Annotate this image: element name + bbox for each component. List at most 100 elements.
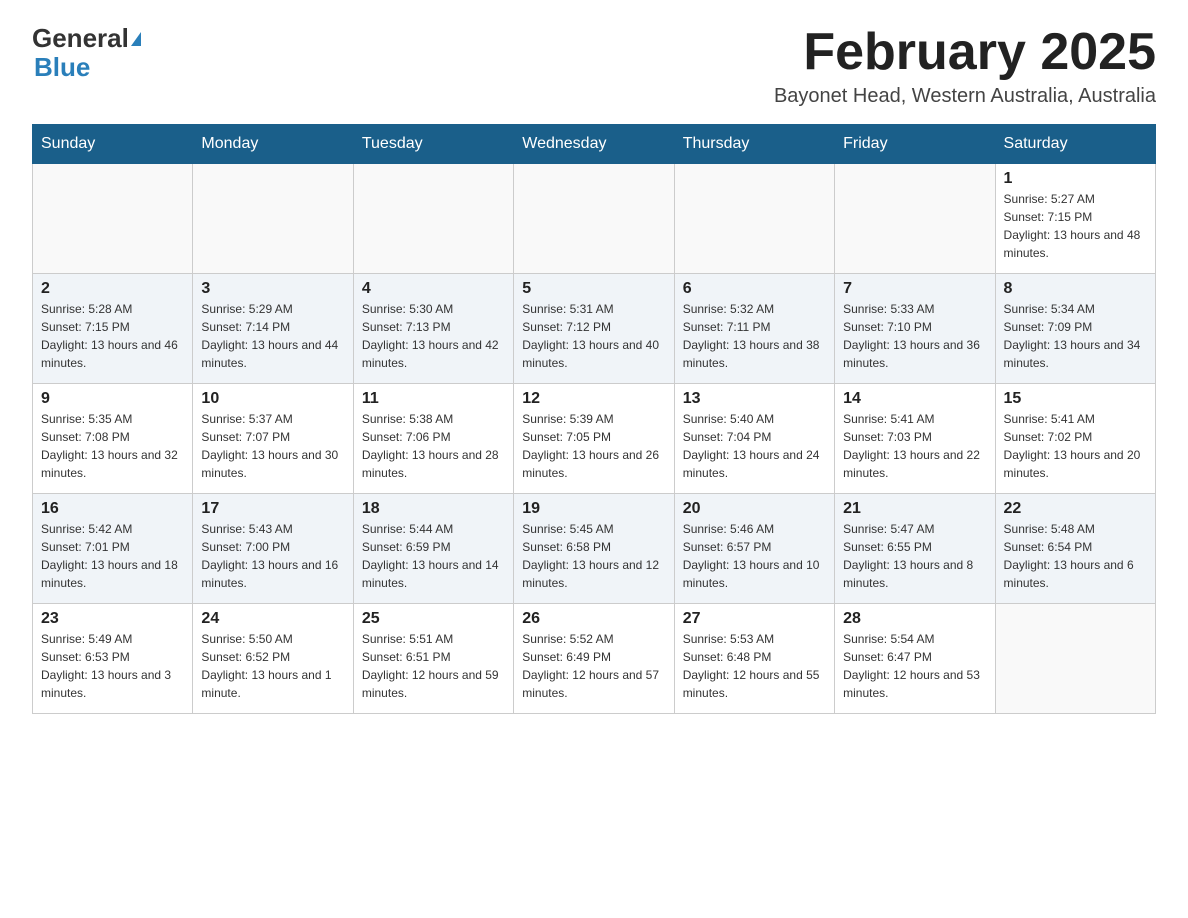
day-number: 5 bbox=[522, 280, 665, 298]
day-info: Sunrise: 5:52 AM Sunset: 6:49 PM Dayligh… bbox=[522, 630, 665, 702]
calendar-cell: 27 Sunrise: 5:53 AM Sunset: 6:48 PM Dayli… bbox=[674, 604, 834, 714]
day-number: 19 bbox=[522, 500, 665, 518]
calendar-table: SundayMondayTuesdayWednesdayThursdayFrid… bbox=[32, 124, 1156, 714]
day-number: 21 bbox=[843, 500, 986, 518]
day-number: 20 bbox=[683, 500, 826, 518]
day-number: 28 bbox=[843, 610, 986, 628]
day-info: Sunrise: 5:35 AM Sunset: 7:08 PM Dayligh… bbox=[41, 410, 184, 482]
day-info: Sunrise: 5:50 AM Sunset: 6:52 PM Dayligh… bbox=[201, 630, 344, 702]
calendar-cell: 26 Sunrise: 5:52 AM Sunset: 6:49 PM Dayli… bbox=[514, 604, 674, 714]
calendar-cell: 9 Sunrise: 5:35 AM Sunset: 7:08 PM Daylig… bbox=[33, 384, 193, 494]
calendar-cell: 24 Sunrise: 5:50 AM Sunset: 6:52 PM Dayli… bbox=[193, 604, 353, 714]
calendar-cell: 20 Sunrise: 5:46 AM Sunset: 6:57 PM Dayli… bbox=[674, 494, 834, 604]
weekday-thursday: Thursday bbox=[674, 125, 834, 164]
calendar-cell bbox=[514, 164, 674, 274]
day-info: Sunrise: 5:32 AM Sunset: 7:11 PM Dayligh… bbox=[683, 300, 826, 372]
day-number: 22 bbox=[1004, 500, 1147, 518]
week-row: 23 Sunrise: 5:49 AM Sunset: 6:53 PM Dayli… bbox=[33, 604, 1156, 714]
day-info: Sunrise: 5:54 AM Sunset: 6:47 PM Dayligh… bbox=[843, 630, 986, 702]
day-info: Sunrise: 5:46 AM Sunset: 6:57 PM Dayligh… bbox=[683, 520, 826, 592]
logo-text: General bbox=[32, 24, 141, 54]
day-number: 2 bbox=[41, 280, 184, 298]
day-info: Sunrise: 5:42 AM Sunset: 7:01 PM Dayligh… bbox=[41, 520, 184, 592]
week-row: 16 Sunrise: 5:42 AM Sunset: 7:01 PM Dayli… bbox=[33, 494, 1156, 604]
calendar-cell: 12 Sunrise: 5:39 AM Sunset: 7:05 PM Dayli… bbox=[514, 384, 674, 494]
day-info: Sunrise: 5:29 AM Sunset: 7:14 PM Dayligh… bbox=[201, 300, 344, 372]
day-number: 12 bbox=[522, 390, 665, 408]
day-number: 16 bbox=[41, 500, 184, 518]
calendar-cell: 21 Sunrise: 5:47 AM Sunset: 6:55 PM Dayli… bbox=[835, 494, 995, 604]
month-title: February 2025 bbox=[774, 24, 1156, 81]
week-row: 1Sunrise: 5:27 AM Sunset: 7:15 PM Daylig… bbox=[33, 164, 1156, 274]
calendar-cell: 25 Sunrise: 5:51 AM Sunset: 6:51 PM Dayli… bbox=[353, 604, 513, 714]
weekday-monday: Monday bbox=[193, 125, 353, 164]
day-number: 15 bbox=[1004, 390, 1147, 408]
day-number: 24 bbox=[201, 610, 344, 628]
day-number: 23 bbox=[41, 610, 184, 628]
weekday-tuesday: Tuesday bbox=[353, 125, 513, 164]
logo-blue-text: Blue bbox=[34, 54, 90, 80]
day-info: Sunrise: 5:53 AM Sunset: 6:48 PM Dayligh… bbox=[683, 630, 826, 702]
weekday-saturday: Saturday bbox=[995, 125, 1155, 164]
day-info: Sunrise: 5:30 AM Sunset: 7:13 PM Dayligh… bbox=[362, 300, 505, 372]
calendar-cell: 6Sunrise: 5:32 AM Sunset: 7:11 PM Daylig… bbox=[674, 274, 834, 384]
day-info: Sunrise: 5:49 AM Sunset: 6:53 PM Dayligh… bbox=[41, 630, 184, 702]
day-number: 26 bbox=[522, 610, 665, 628]
calendar-cell: 2 Sunrise: 5:28 AM Sunset: 7:15 PM Daylig… bbox=[33, 274, 193, 384]
weekday-header-row: SundayMondayTuesdayWednesdayThursdayFrid… bbox=[33, 125, 1156, 164]
weekday-friday: Friday bbox=[835, 125, 995, 164]
calendar-cell: 5 Sunrise: 5:31 AM Sunset: 7:12 PM Daylig… bbox=[514, 274, 674, 384]
calendar-cell: 14Sunrise: 5:41 AM Sunset: 7:03 PM Dayli… bbox=[835, 384, 995, 494]
day-number: 9 bbox=[41, 390, 184, 408]
day-number: 7 bbox=[843, 280, 986, 298]
calendar-cell: 16 Sunrise: 5:42 AM Sunset: 7:01 PM Dayli… bbox=[33, 494, 193, 604]
calendar-cell bbox=[193, 164, 353, 274]
day-number: 3 bbox=[201, 280, 344, 298]
day-number: 18 bbox=[362, 500, 505, 518]
day-info: Sunrise: 5:33 AM Sunset: 7:10 PM Dayligh… bbox=[843, 300, 986, 372]
logo: General Blue bbox=[32, 24, 141, 80]
calendar-body: 1Sunrise: 5:27 AM Sunset: 7:15 PM Daylig… bbox=[33, 164, 1156, 714]
calendar-cell: 4Sunrise: 5:30 AM Sunset: 7:13 PM Daylig… bbox=[353, 274, 513, 384]
day-number: 10 bbox=[201, 390, 344, 408]
calendar-cell: 7 Sunrise: 5:33 AM Sunset: 7:10 PM Daylig… bbox=[835, 274, 995, 384]
day-info: Sunrise: 5:45 AM Sunset: 6:58 PM Dayligh… bbox=[522, 520, 665, 592]
day-info: Sunrise: 5:28 AM Sunset: 7:15 PM Dayligh… bbox=[41, 300, 184, 372]
day-info: Sunrise: 5:48 AM Sunset: 6:54 PM Dayligh… bbox=[1004, 520, 1147, 592]
calendar-cell bbox=[835, 164, 995, 274]
week-row: 9 Sunrise: 5:35 AM Sunset: 7:08 PM Daylig… bbox=[33, 384, 1156, 494]
day-info: Sunrise: 5:39 AM Sunset: 7:05 PM Dayligh… bbox=[522, 410, 665, 482]
calendar-cell: 18 Sunrise: 5:44 AM Sunset: 6:59 PM Dayli… bbox=[353, 494, 513, 604]
day-info: Sunrise: 5:34 AM Sunset: 7:09 PM Dayligh… bbox=[1004, 300, 1147, 372]
calendar-cell: 11 Sunrise: 5:38 AM Sunset: 7:06 PM Dayli… bbox=[353, 384, 513, 494]
day-number: 17 bbox=[201, 500, 344, 518]
day-info: Sunrise: 5:47 AM Sunset: 6:55 PM Dayligh… bbox=[843, 520, 986, 592]
day-number: 13 bbox=[683, 390, 826, 408]
calendar-cell: 10 Sunrise: 5:37 AM Sunset: 7:07 PM Dayli… bbox=[193, 384, 353, 494]
day-number: 1 bbox=[1004, 170, 1147, 188]
calendar-cell: 28 Sunrise: 5:54 AM Sunset: 6:47 PM Dayli… bbox=[835, 604, 995, 714]
calendar-cell bbox=[353, 164, 513, 274]
day-number: 11 bbox=[362, 390, 505, 408]
calendar-cell: 22 Sunrise: 5:48 AM Sunset: 6:54 PM Dayli… bbox=[995, 494, 1155, 604]
day-number: 25 bbox=[362, 610, 505, 628]
location-subtitle: Bayonet Head, Western Australia, Austral… bbox=[774, 85, 1156, 108]
week-row: 2 Sunrise: 5:28 AM Sunset: 7:15 PM Daylig… bbox=[33, 274, 1156, 384]
calendar-cell: 8Sunrise: 5:34 AM Sunset: 7:09 PM Daylig… bbox=[995, 274, 1155, 384]
calendar-cell bbox=[674, 164, 834, 274]
weekday-sunday: Sunday bbox=[33, 125, 193, 164]
calendar-cell: 15Sunrise: 5:41 AM Sunset: 7:02 PM Dayli… bbox=[995, 384, 1155, 494]
day-number: 27 bbox=[683, 610, 826, 628]
day-number: 14 bbox=[843, 390, 986, 408]
calendar-cell: 13Sunrise: 5:40 AM Sunset: 7:04 PM Dayli… bbox=[674, 384, 834, 494]
day-info: Sunrise: 5:51 AM Sunset: 6:51 PM Dayligh… bbox=[362, 630, 505, 702]
day-info: Sunrise: 5:44 AM Sunset: 6:59 PM Dayligh… bbox=[362, 520, 505, 592]
page-header: General Blue February 2025 Bayonet Head,… bbox=[32, 24, 1156, 108]
calendar-cell: 23 Sunrise: 5:49 AM Sunset: 6:53 PM Dayli… bbox=[33, 604, 193, 714]
day-info: Sunrise: 5:38 AM Sunset: 7:06 PM Dayligh… bbox=[362, 410, 505, 482]
calendar-cell: 1Sunrise: 5:27 AM Sunset: 7:15 PM Daylig… bbox=[995, 164, 1155, 274]
calendar-cell: 19 Sunrise: 5:45 AM Sunset: 6:58 PM Dayli… bbox=[514, 494, 674, 604]
day-info: Sunrise: 5:31 AM Sunset: 7:12 PM Dayligh… bbox=[522, 300, 665, 372]
calendar-cell bbox=[33, 164, 193, 274]
day-info: Sunrise: 5:37 AM Sunset: 7:07 PM Dayligh… bbox=[201, 410, 344, 482]
